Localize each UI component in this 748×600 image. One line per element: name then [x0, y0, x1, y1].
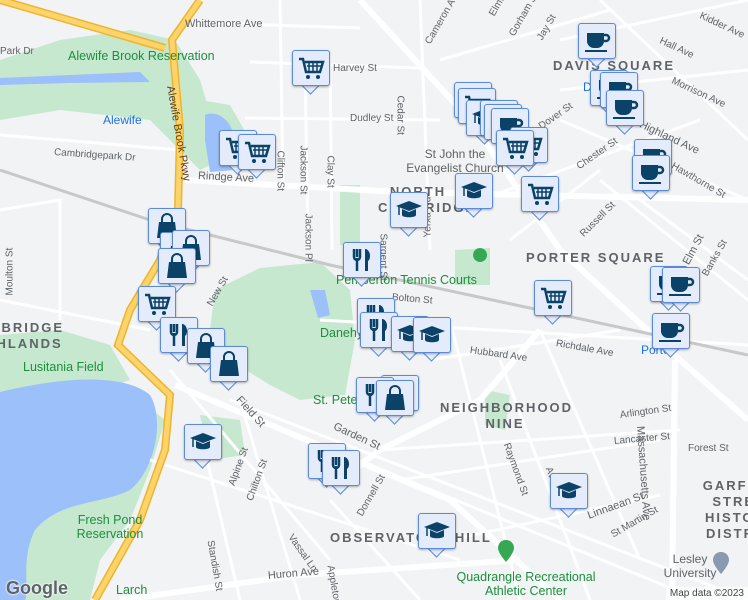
- park-label: Fresh Pond Reservation: [76, 513, 144, 541]
- street-label: Cedar St: [394, 95, 406, 135]
- map-marker-coffee[interactable]: [578, 23, 616, 69]
- map-marker-graduation-cap[interactable]: [455, 173, 493, 219]
- map-marker-cart[interactable]: [496, 130, 534, 176]
- google-logo: Google: [6, 578, 68, 598]
- coffee-icon: [669, 277, 695, 296]
- shopping-bag-icon: [167, 253, 187, 278]
- map-marker-graduation-cap[interactable]: [390, 192, 428, 238]
- map-attribution[interactable]: Map data ©2023: [665, 587, 748, 600]
- neighborhood-label: OBSERVATORY HILL: [330, 530, 492, 545]
- map-marker-cart[interactable]: [534, 280, 572, 326]
- neighborhood-label: CAMBRIDGE HIGHLANDS: [0, 320, 65, 351]
- coffee-icon: [639, 165, 665, 184]
- graduation-cap-icon: [556, 482, 582, 499]
- fork-knife-icon: [331, 457, 350, 479]
- map-marker-graduation-cap[interactable]: [184, 424, 222, 470]
- coffee-icon: [585, 33, 611, 52]
- park-label[interactable]: Quadrangle Recreational Athletic Center: [456, 570, 596, 598]
- park-label: Alewife Brook Reservation: [68, 49, 215, 63]
- cart-icon: [245, 141, 271, 163]
- coffee-icon: [613, 100, 639, 119]
- map-marker-graduation-cap[interactable]: [550, 473, 588, 519]
- fork-knife-icon: [352, 249, 371, 271]
- neighborhood-label: NEIGHBORHOOD NINE: [440, 400, 574, 431]
- map-marker-shopping-bag[interactable]: [376, 380, 414, 426]
- park-label: St. Peter: [313, 393, 362, 407]
- map-marker-coffee[interactable]: [662, 267, 700, 313]
- shopping-bag-icon: [219, 351, 239, 376]
- street-label: Dudley St: [350, 113, 394, 124]
- coffee-icon: [659, 323, 685, 342]
- map-marker-cart[interactable]: [521, 176, 559, 222]
- graduation-cap-icon: [190, 433, 216, 450]
- fork-knife-icon: [369, 319, 388, 341]
- graduation-cap-icon: [419, 326, 445, 343]
- park-label: Larch: [116, 583, 148, 597]
- cart-icon: [299, 57, 325, 79]
- map-marker-coffee[interactable]: [606, 90, 644, 136]
- cart-icon: [541, 287, 567, 309]
- map-marker-coffee[interactable]: [632, 155, 670, 201]
- map-canvas[interactable]: Whittemore Ave Cameron Ave Elmwood St Go…: [0, 0, 748, 600]
- map-marker-fork-knife[interactable]: [343, 242, 381, 288]
- map-marker-fork-knife[interactable]: [322, 450, 360, 496]
- poi-label[interactable]: Lesley University: [660, 552, 720, 580]
- map-marker-coffee[interactable]: [652, 313, 690, 359]
- street-label: Whittemore Ave: [185, 18, 263, 30]
- street-label: Park Dr: [0, 46, 34, 57]
- street-label: Clifton St: [274, 150, 286, 192]
- graduation-cap-icon: [461, 182, 487, 199]
- street-label: Harvey St: [333, 63, 377, 74]
- transit-station-alewife[interactable]: Alewife: [103, 113, 142, 127]
- street-label: Jackson St: [297, 145, 309, 195]
- map-marker-graduation-cap[interactable]: [418, 513, 456, 559]
- map-marker-shopping-bag[interactable]: [210, 346, 248, 392]
- park-label: Lusitania Field: [23, 360, 104, 374]
- graduation-cap-icon: [424, 522, 450, 539]
- shopping-bag-icon: [385, 385, 405, 410]
- street-label: Moulton St: [4, 247, 16, 296]
- neighborhood-label: GARFIELD STREET HISTORIC DISTRICT: [702, 478, 748, 541]
- map-marker-cart[interactable]: [292, 50, 330, 96]
- graduation-cap-icon: [396, 201, 422, 218]
- cart-icon: [145, 293, 171, 315]
- map-marker-graduation-cap[interactable]: [413, 317, 451, 363]
- cart-icon: [528, 183, 554, 205]
- map-marker-cart[interactable]: [238, 134, 276, 180]
- street-label: Clay St: [324, 155, 336, 188]
- neighborhood-label: PORTER SQUARE: [526, 250, 666, 265]
- cart-icon: [503, 137, 529, 159]
- street-label: Jackson Pl: [302, 213, 314, 262]
- street-label: Forest St: [688, 443, 729, 454]
